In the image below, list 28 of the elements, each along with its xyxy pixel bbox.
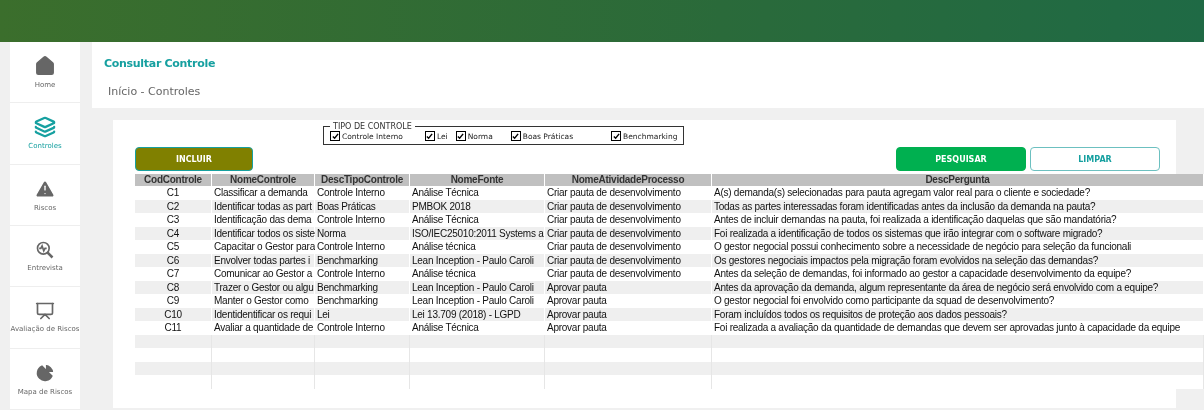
checkbox[interactable] <box>510 131 521 141</box>
column-header: NomeControle <box>212 174 315 186</box>
table-cell: Antes da seleção de demandas, foi informado ao gestor a capacidade desenvolvimento da equipe? <box>712 267 1204 281</box>
checkbox[interactable] <box>424 131 435 141</box>
column-header: DescTipoControle <box>315 174 410 186</box>
column-header: DescPergunta <box>712 174 1204 186</box>
column-header: NomeAtividadeProcesso <box>545 174 712 186</box>
magnifier-pulse-icon <box>35 240 55 261</box>
table-cell: A(s) demanda(s) selecionadas para pauta agregam valor real para o cliente e sociedade? <box>712 186 1204 200</box>
table-cell: Identificação das dema <box>212 213 315 227</box>
home-icon <box>34 55 56 78</box>
checkbox[interactable] <box>455 131 466 141</box>
table-cell: Antes de incluir demandas na pauta, foi realizada a identificação daquelas que são mandatória? <box>712 213 1204 227</box>
stack-icon <box>34 116 56 139</box>
column-header: NomeFonte <box>410 174 545 186</box>
include-button[interactable]: INCLUIR <box>135 147 253 171</box>
presentation-chart-icon <box>35 301 55 322</box>
breadcrumb: Início - Controles <box>108 85 201 98</box>
column-header: CodControle <box>135 174 212 186</box>
table-cell: O gestor negocial possui conhecimento sobre a necessidade de negócio para seleção da funcionali <box>712 240 1204 254</box>
table-cell: Capacitar o Gestor para <box>212 240 315 254</box>
table-cell: O gestor negocial foi envolvido como participante da squad de desenvolvimento? <box>712 294 1204 308</box>
checkbox[interactable] <box>330 131 340 141</box>
page-title: Consultar Controle <box>104 57 216 70</box>
checkbox[interactable] <box>611 131 622 141</box>
table-cell: Foi realizada a avaliação da quantidade de demandas que devem ser aprovadas junto à capacidade da equipe <box>712 321 1204 335</box>
table-cell: Avaliar a quantidade de <box>212 321 315 335</box>
filter-legend: TIPO DE CONTROLE <box>330 122 415 131</box>
